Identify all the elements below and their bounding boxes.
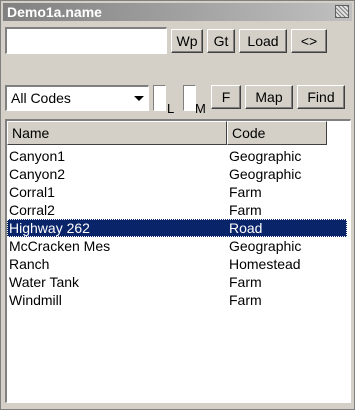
code-filter-select[interactable]: All Codes (5, 85, 149, 111)
waypoint-window: Demo1a.name Wp Gt Load <> All Codes L M … (0, 0, 355, 410)
list-item-code: Road (229, 220, 263, 236)
list-item[interactable]: Windmill Farm (7, 291, 347, 309)
list-item-code: Geographic (229, 148, 302, 164)
list-item-name: Canyon1 (9, 148, 66, 164)
l-checkbox[interactable] (153, 85, 166, 111)
list-item[interactable]: Corral2 Farm (7, 201, 347, 219)
title-bar[interactable]: Demo1a.name (3, 3, 352, 21)
list-item-name: McCracken Mes (9, 238, 111, 254)
list-item[interactable]: Water Tank Farm (7, 273, 347, 291)
f-button[interactable]: F (211, 85, 241, 109)
list-item-code: Farm (229, 202, 262, 218)
list-item-code: Farm (229, 184, 262, 200)
load-button[interactable]: Load (239, 29, 287, 53)
list-item[interactable]: Corral1 Farm (7, 183, 347, 201)
list-item[interactable]: Canyon2 Geographic (7, 165, 347, 183)
gt-button[interactable]: Gt (207, 29, 235, 53)
map-button[interactable]: Map (245, 85, 293, 109)
list-item-name: Canyon2 (9, 166, 66, 182)
chevron-down-icon[interactable] (134, 96, 144, 101)
m-checkbox-label: M (195, 101, 206, 116)
list-item[interactable]: Canyon1 Geographic (7, 147, 347, 165)
waypoint-list[interactable]: Name Code Canyon1 Geographic Canyon2 Geogra… (5, 119, 351, 403)
close-icon[interactable] (335, 5, 349, 18)
list-item-name: Highway 262 (9, 220, 90, 236)
find-button[interactable]: Find (297, 85, 345, 109)
name-input[interactable] (5, 27, 167, 54)
column-header-name[interactable]: Name (7, 121, 227, 145)
list-item-name: Ranch (9, 256, 50, 272)
list-item-code: Farm (229, 292, 262, 308)
window-title: Demo1a.name (7, 4, 102, 20)
list-item-name: Water Tank (9, 274, 80, 290)
list-item-code: Homestead (229, 256, 301, 272)
list-item-name: Corral1 (9, 184, 55, 200)
list-item-code: Geographic (229, 238, 302, 254)
list-item-name: Corral2 (9, 202, 55, 218)
column-header-code[interactable]: Code (227, 121, 327, 145)
list-header: Name Code (7, 121, 350, 145)
wp-button[interactable]: Wp (171, 29, 203, 53)
list-item[interactable]: Ranch Homestead (7, 255, 347, 273)
list-item[interactable]: Highway 262 Road (7, 219, 347, 237)
list-item[interactable]: McCracken Mes Geographic (7, 237, 347, 255)
l-checkbox-label: L (167, 101, 175, 116)
code-filter-value: All Codes (11, 90, 71, 106)
swap-button[interactable]: <> (291, 29, 327, 53)
list-item-code: Geographic (229, 166, 302, 182)
list-item-name: Windmill (9, 292, 62, 308)
list-item-code: Farm (229, 274, 262, 290)
